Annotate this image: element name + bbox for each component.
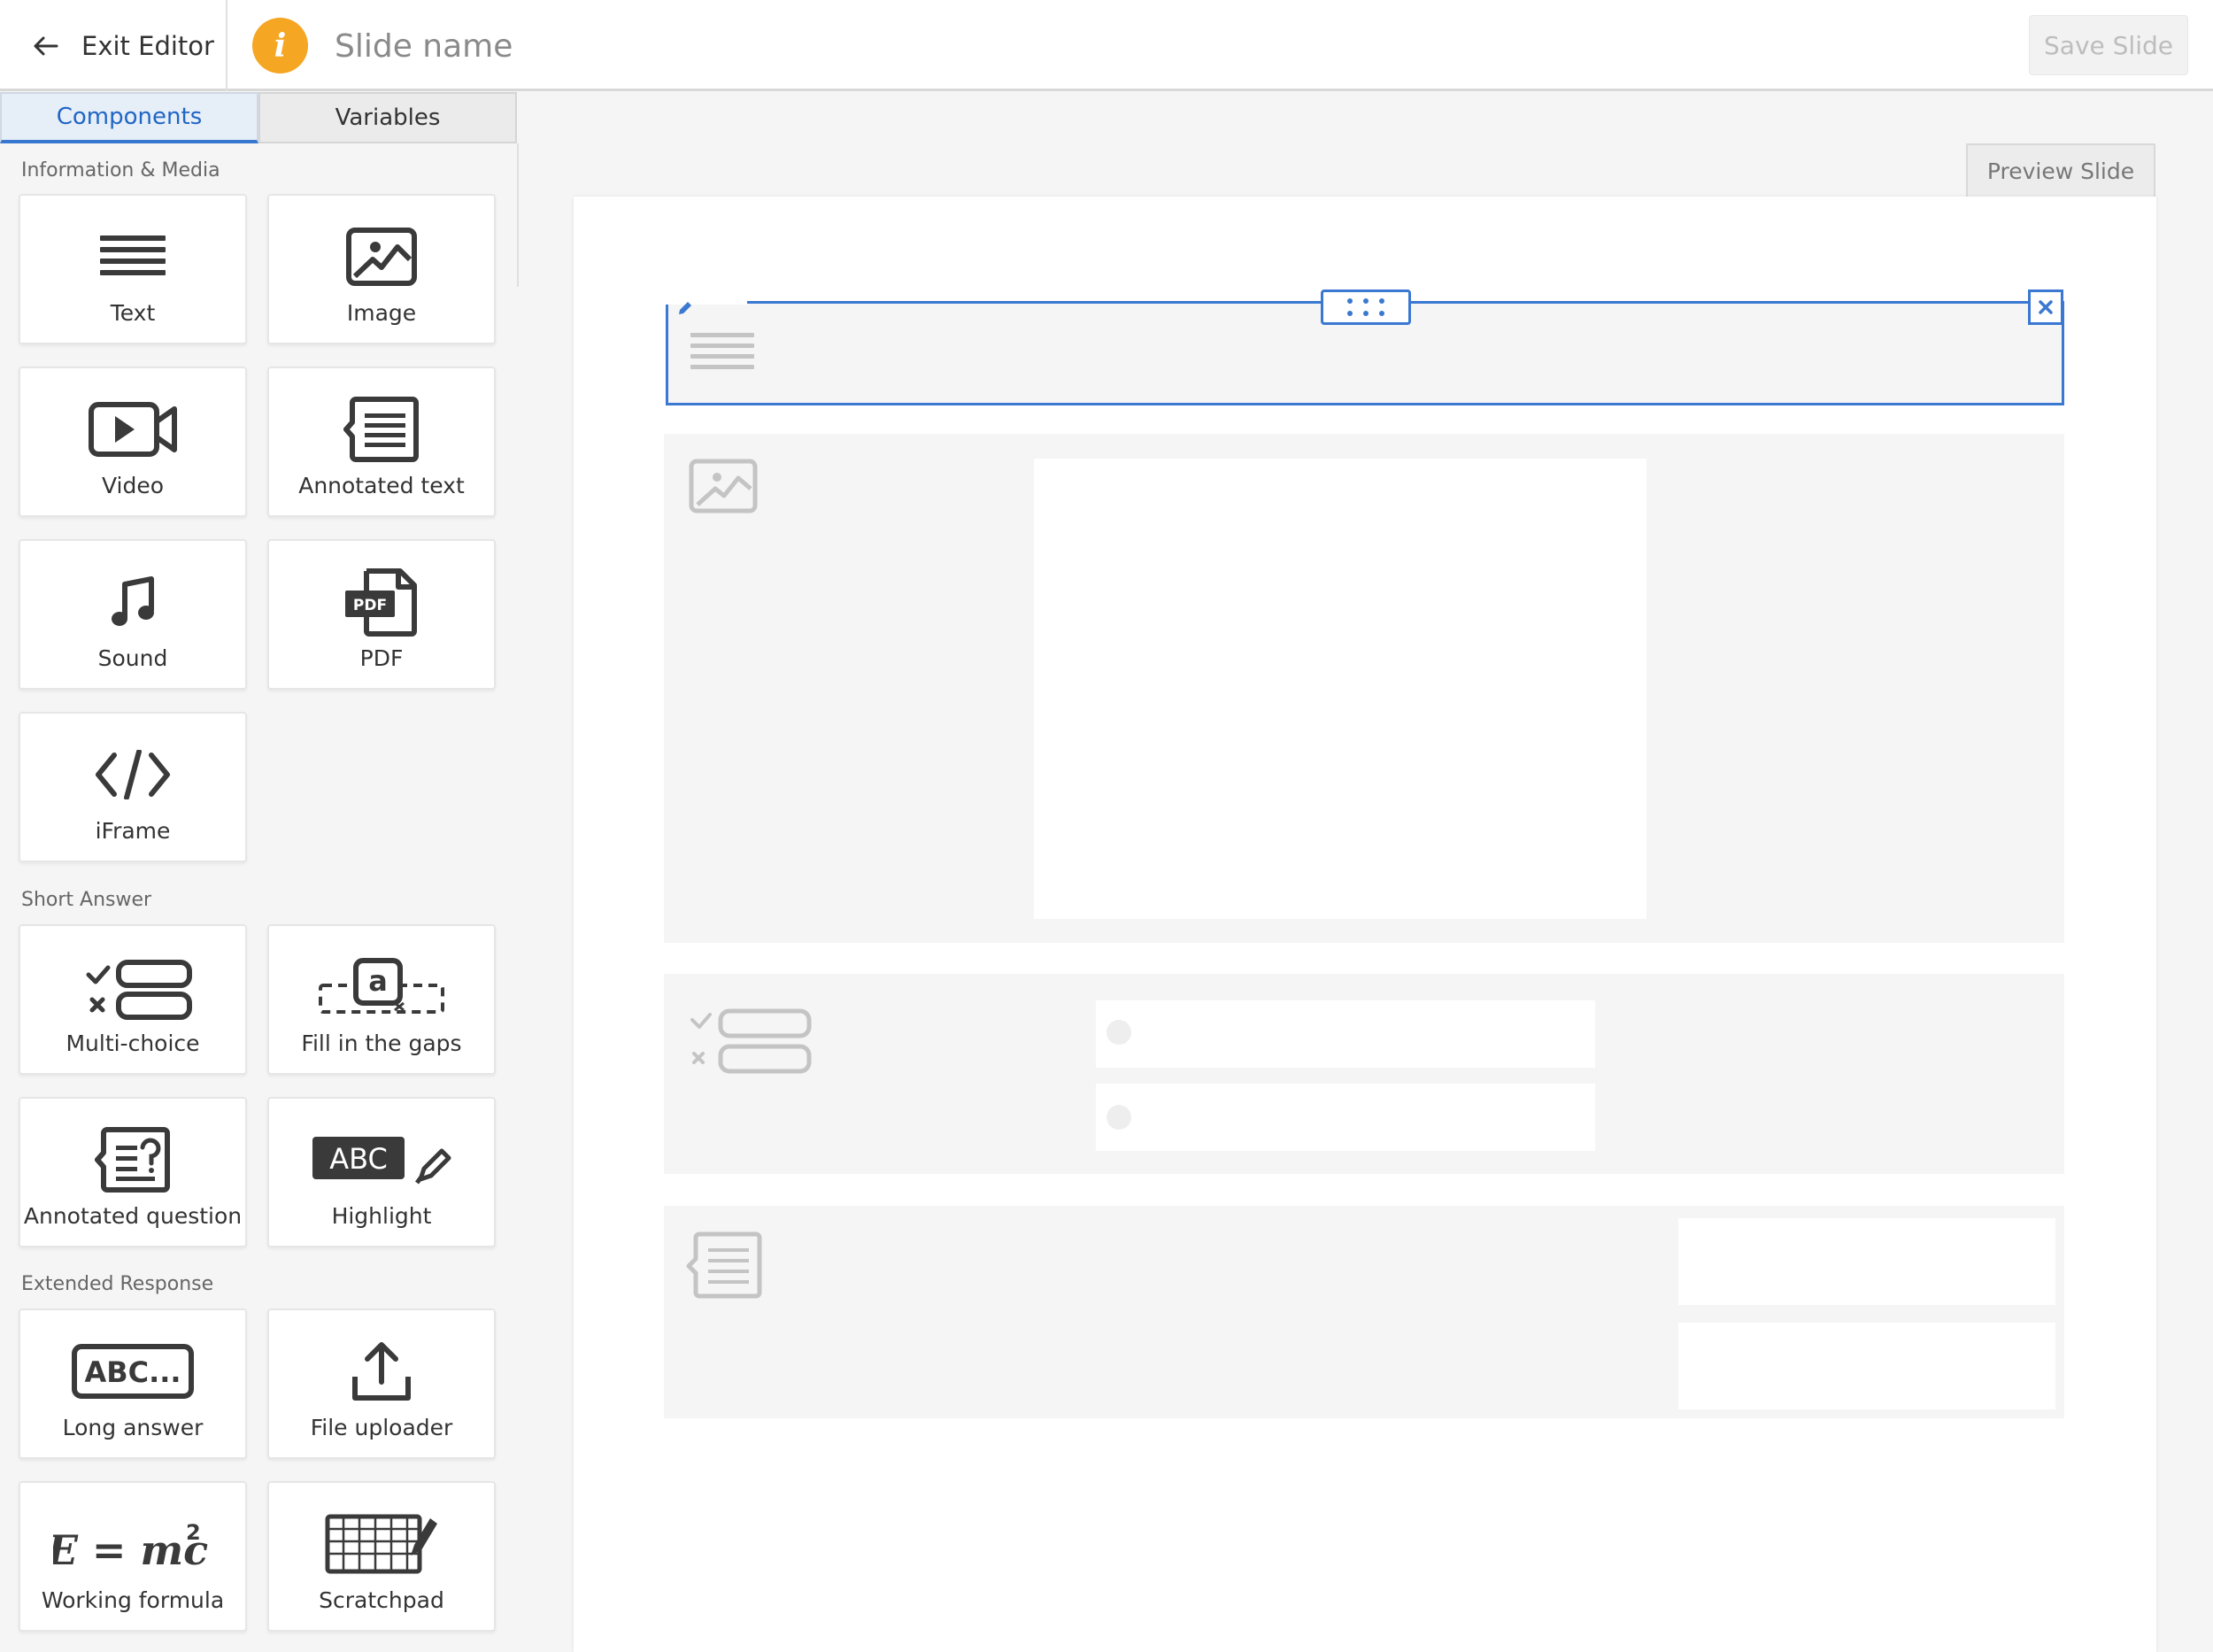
component-label: iFrame [95,818,171,844]
long-answer-icon: ABC... [20,1335,245,1408]
slide-name-input[interactable] [335,23,777,69]
multi-choice-icon [20,951,245,1023]
component-label: Long answer [62,1415,204,1440]
long-answer-text: ABC... [84,1355,181,1389]
annotated-text-icon [686,1231,762,1299]
section-title-short-answer: Short Answer [21,889,152,911]
component-label: Annotated text [298,473,465,498]
info-icon[interactable]: i [252,18,308,73]
components-sidebar: Components Variables Information & Media… [0,92,519,1652]
tab-components[interactable]: Components [0,92,258,143]
code-brackets-icon [20,738,245,811]
component-label: Image [346,300,417,326]
component-text[interactable]: Text [19,194,247,344]
close-component-button[interactable] [2028,289,2063,325]
mc-radio-placeholder [1106,1020,1131,1045]
image-placeholder [1034,459,1646,919]
mc-option-placeholder [1096,1000,1595,1068]
component-pdf[interactable]: PDF PDF [267,539,496,690]
component-annotated-question[interactable]: Annotated question [19,1097,247,1247]
arrow-left-icon [34,36,58,55]
multi-choice-icon [690,1008,812,1074]
video-camera-icon [20,393,245,466]
text-lines-icon [690,333,754,369]
preview-slide-button[interactable]: Preview Slide [1966,143,2155,197]
component-label: PDF [359,645,404,671]
formula-exponent: 2 [186,1520,201,1545]
component-sound[interactable]: Sound [19,539,247,690]
editor-header: Exit Editor i Save Slide [0,0,2213,91]
annotation-placeholder [1678,1323,2055,1409]
highlight-text: ABC [329,1142,388,1176]
mc-option-placeholder [1096,1084,1595,1151]
component-label: Highlight [331,1203,432,1229]
pencil-icon[interactable] [676,299,694,317]
section-title-extended-response: Extended Response [21,1273,214,1295]
component-label: Fill in the gaps [301,1031,462,1056]
pdf-file-icon: PDF [269,566,494,638]
component-multi-choice[interactable]: Multi-choice [19,924,247,1075]
component-file-uploader[interactable]: File uploader [267,1308,496,1459]
fill-gaps-letter: a [368,964,388,998]
annotated-text-icon [269,393,494,466]
component-label: Annotated question [23,1203,243,1229]
pdf-badge-text: PDF [353,597,387,614]
annotated-question-icon [20,1123,245,1196]
save-slide-button[interactable]: Save Slide [2029,15,2188,75]
info-glyph: i [274,27,287,65]
image-icon [269,220,494,293]
upload-icon [269,1335,494,1408]
component-iframe[interactable]: iFrame [19,712,247,862]
component-scratchpad[interactable]: Scratchpad [267,1481,496,1632]
exit-editor-button[interactable]: Exit Editor [0,0,227,91]
tab-variables[interactable]: Variables [258,92,517,143]
component-annotated-text[interactable]: Annotated text [267,367,496,517]
slide-editor: Exit Editor i Save Slide Components Vari… [0,0,2213,1652]
section-title-information-media: Information & Media [21,159,220,181]
component-label: Scratchpad [319,1587,444,1613]
component-label: Working formula [41,1587,225,1613]
fill-gaps-icon: a [269,951,494,1023]
annotation-placeholder [1678,1218,2055,1305]
mc-radio-placeholder [1106,1105,1131,1130]
component-label: File uploader [310,1415,453,1440]
component-long-answer[interactable]: ABC... Long answer [19,1308,247,1459]
exit-editor-label: Exit Editor [81,30,214,61]
music-note-icon [20,566,245,638]
component-label: Sound [97,645,168,671]
component-label: Video [101,473,165,498]
component-fill-gaps[interactable]: a Fill in the gaps [267,924,496,1075]
formula-text: E = mc [53,1526,208,1574]
component-label: Text [110,300,156,326]
text-lines-icon [20,220,245,293]
drag-handle[interactable] [1321,289,1411,325]
image-icon [689,459,758,513]
component-video[interactable]: Video [19,367,247,517]
scratchpad-icon [269,1508,494,1580]
component-working-formula[interactable]: E = mc 2 Working formula [19,1481,247,1632]
highlight-abc-icon: ABC [269,1123,494,1196]
component-label: Multi-choice [66,1031,200,1056]
component-highlight[interactable]: ABC Highlight [267,1097,496,1247]
close-icon [2039,300,2053,314]
component-image[interactable]: Image [267,194,496,344]
formula-icon: E = mc 2 [20,1508,245,1580]
